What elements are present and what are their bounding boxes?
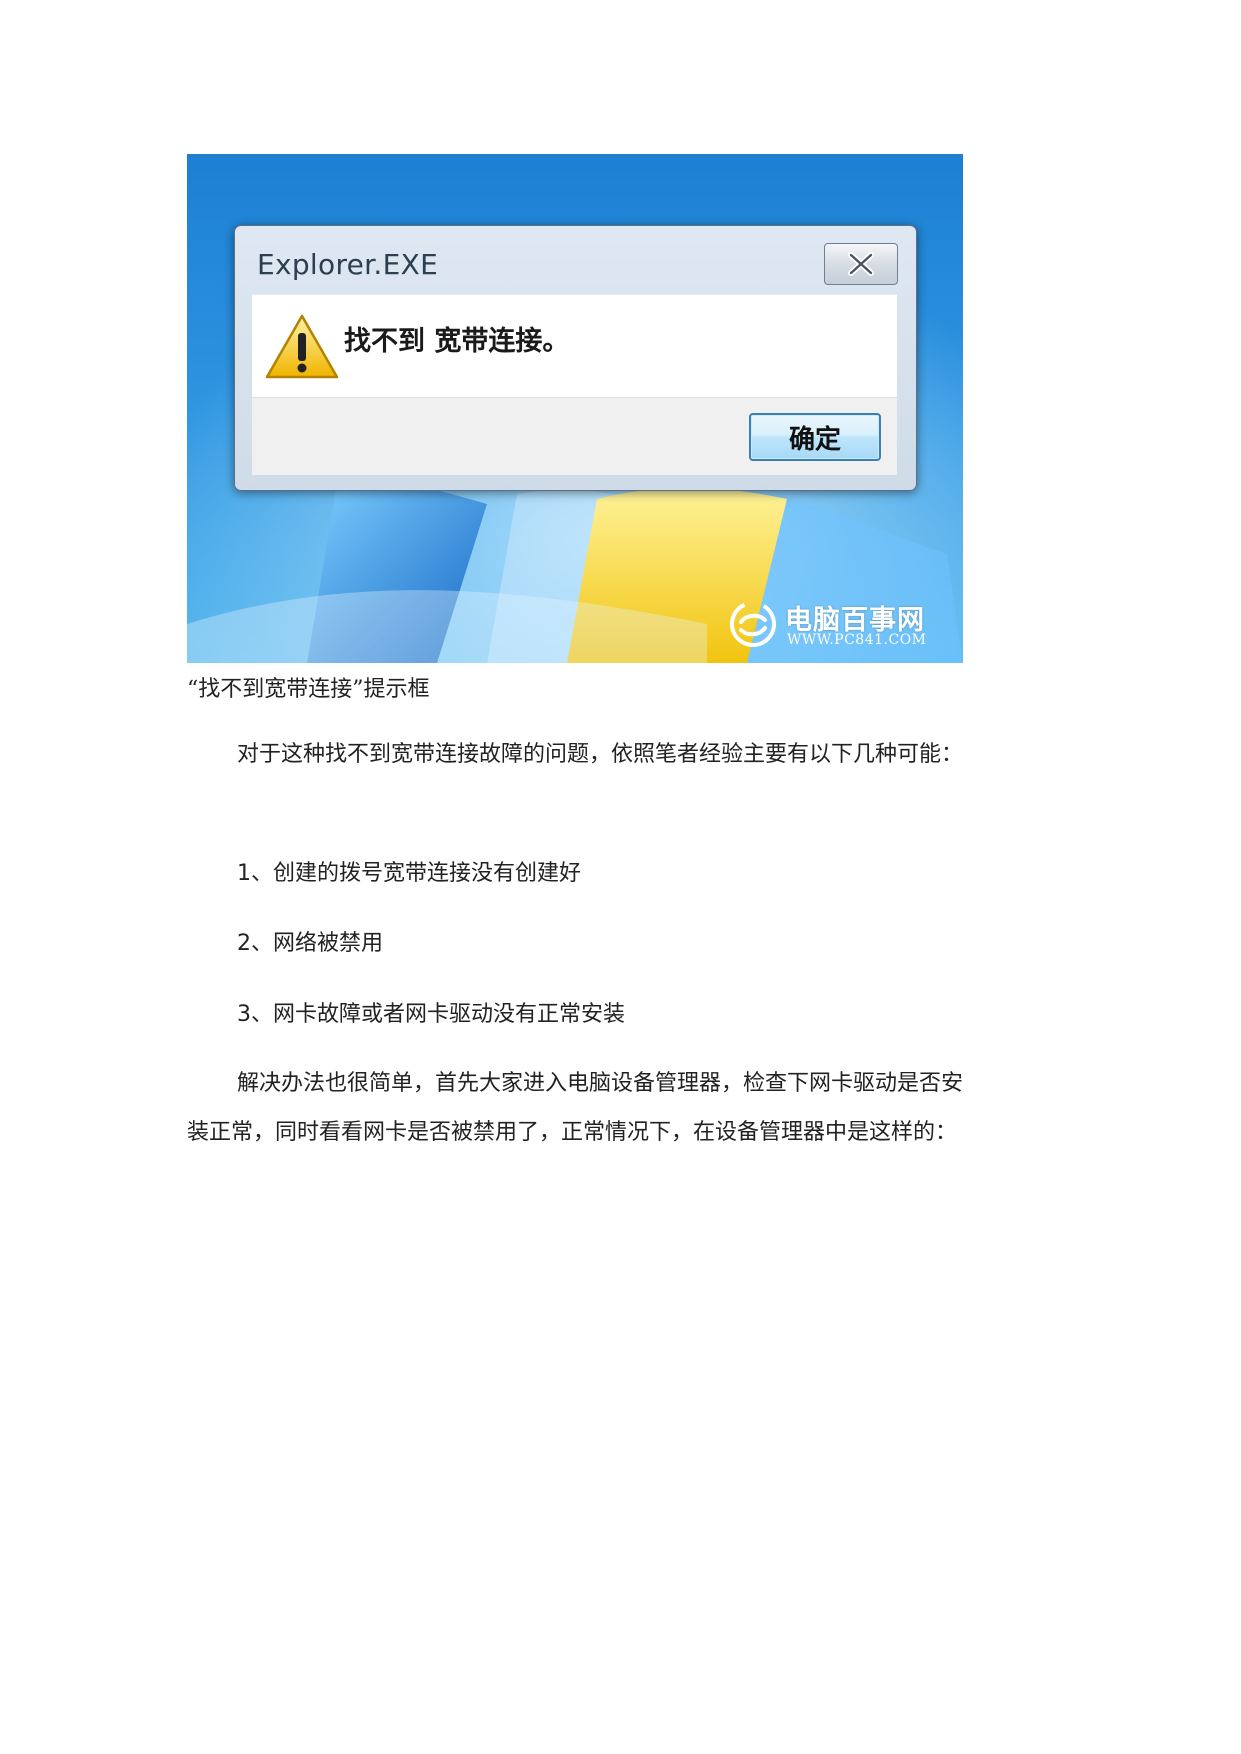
dialog-content: 找不到 宽带连接。 bbox=[252, 294, 897, 397]
warning-icon bbox=[265, 314, 339, 379]
dialog-message: 找不到 宽带连接。 bbox=[344, 326, 570, 357]
list-text: 、网卡故障或者网卡驱动没有正常安装 bbox=[251, 1002, 626, 1027]
list-item: 1、创建的拨号宽带连接没有创建好 bbox=[237, 855, 581, 887]
dialog-title: Explorer.EXE bbox=[257, 248, 439, 281]
document-page: Explorer.EXE 找不到 宽带连接。 确定 电脑百事网 WWW.PC84… bbox=[0, 0, 1241, 1754]
close-button[interactable] bbox=[824, 243, 898, 285]
list-text: 、网络被禁用 bbox=[251, 931, 384, 956]
list-item: 3、网卡故障或者网卡驱动没有正常安装 bbox=[237, 996, 625, 1028]
ok-button[interactable]: 确定 bbox=[749, 413, 881, 461]
pc841-logo-icon bbox=[730, 601, 776, 647]
list-number: 2 bbox=[237, 931, 251, 956]
solution-paragraph-line-2: 装正常，同时看看网卡是否被禁用了，正常情况下，在设备管理器中是这样的： bbox=[187, 1120, 958, 1145]
site-watermark: 电脑百事网 WWW.PC841.COM bbox=[727, 596, 957, 656]
dialog-footer: 确定 bbox=[252, 397, 897, 475]
list-number: 3 bbox=[237, 1002, 251, 1027]
list-item: 2、网络被禁用 bbox=[237, 925, 383, 957]
list-number: 1 bbox=[237, 861, 251, 886]
error-dialog-screenshot: Explorer.EXE 找不到 宽带连接。 确定 电脑百事网 WWW.PC84… bbox=[187, 154, 963, 663]
intro-paragraph: 对于这种找不到宽带连接故障的问题，依照笔者经验主要有以下几种可能： bbox=[237, 742, 964, 767]
close-icon bbox=[848, 252, 874, 276]
solution-paragraph-line-1: 解决办法也很简单，首先大家进入电脑设备管理器，检查下网卡驱动是否安 bbox=[237, 1071, 964, 1096]
message-box-dialog: Explorer.EXE 找不到 宽带连接。 确定 bbox=[234, 225, 917, 491]
figure-caption: “找不到宽带连接”提示框 bbox=[187, 677, 430, 702]
watermark-url: WWW.PC841.COM bbox=[787, 632, 927, 648]
list-text: 、创建的拨号宽带连接没有创建好 bbox=[251, 861, 582, 886]
